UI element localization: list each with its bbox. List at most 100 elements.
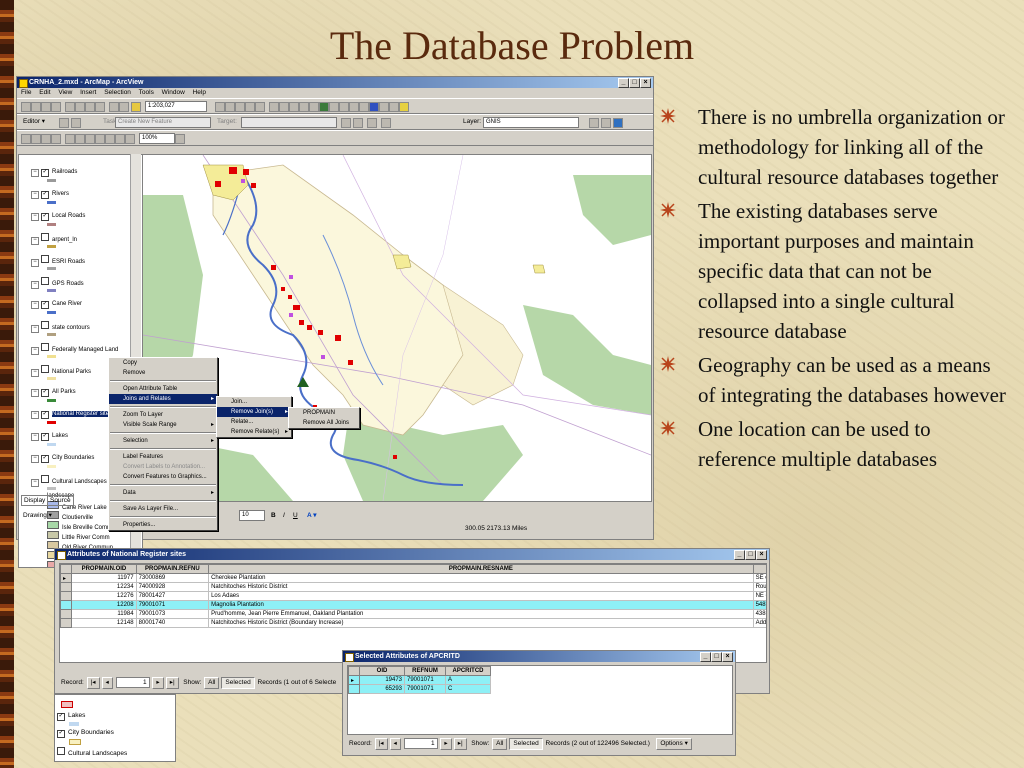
expand-collapse-icon[interactable]: − (31, 347, 39, 355)
focus-data-frame-icon[interactable] (125, 134, 135, 144)
options-button[interactable]: Options ▾ (656, 738, 692, 750)
table-cell[interactable]: 65293 (359, 684, 405, 694)
table-row[interactable]: 11984 79001073 Prud'homme, Jean Pierre Emm… (60, 609, 766, 619)
toc-lower-row[interactable]: Cultural Landscapes (57, 747, 127, 757)
expand-collapse-icon[interactable]: − (31, 237, 39, 245)
layout-zoom-field[interactable]: 100% (139, 133, 175, 144)
table-cell[interactable]: 79001071 (404, 675, 446, 685)
last-record-button[interactable]: ▸| (453, 738, 467, 750)
expand-collapse-icon[interactable]: − (31, 301, 39, 309)
layer-visibility-checkbox[interactable] (41, 233, 49, 241)
toc-lower-row[interactable]: ✓ City Boundaries (57, 728, 114, 738)
select-features-icon[interactable] (349, 102, 359, 112)
toc-layer-row[interactable]: − ✓ Cane River (31, 299, 82, 309)
edit-tool-icon[interactable] (59, 118, 69, 128)
zoom-in-icon[interactable] (269, 102, 279, 112)
next-record-button[interactable]: ▸ (152, 677, 164, 689)
table-cell[interactable]: 11984 (71, 609, 137, 619)
first-record-button[interactable]: |◂ (374, 738, 388, 750)
change-layout-icon[interactable] (175, 134, 185, 144)
context-menu-item[interactable]: Convert Features to Graphics... (109, 472, 217, 482)
table-cell[interactable]: 4386 L (752, 609, 766, 619)
row-selector[interactable]: ▸ (60, 573, 73, 583)
contrast-icon[interactable] (589, 118, 599, 128)
table-cell[interactable]: 79001073 (135, 609, 210, 619)
table-row[interactable]: 12234 74000928 Natchitoches Historic Distr… (60, 582, 766, 592)
maximize-button[interactable]: □ (629, 78, 640, 88)
editor-menu[interactable]: Editor ▾ (23, 117, 45, 126)
table-cell[interactable]: NE of R (752, 591, 766, 601)
attributes-close-button[interactable]: × (756, 550, 767, 560)
table-row[interactable]: ▸1197773000869Cherokee PlantationSE of N (60, 573, 766, 583)
zoom-100-icon[interactable] (65, 134, 75, 144)
table-cell[interactable]: 12148 (71, 618, 137, 628)
map-view[interactable] (142, 154, 652, 502)
remove-joins-item[interactable]: Remove Join(s) ▸ (217, 407, 291, 417)
layer-visibility-checkbox[interactable]: ✓ (41, 169, 49, 177)
fixed-layout-zoom-in-icon[interactable] (75, 134, 85, 144)
record-number-field[interactable]: 1 (403, 738, 438, 749)
table-cell[interactable]: 79001071 (404, 684, 446, 694)
attributes-icon[interactable] (367, 118, 377, 128)
row-selector[interactable] (60, 609, 73, 619)
show-all-button[interactable]: All (492, 738, 508, 750)
context-menu-item[interactable]: Remove (109, 368, 217, 378)
layer-visibility-checkbox[interactable]: ✓ (41, 411, 49, 419)
forward-icon[interactable] (339, 102, 349, 112)
expand-collapse-icon[interactable]: − (31, 325, 39, 333)
font-size-field[interactable]: 10 (239, 510, 265, 521)
prev-record-button[interactable]: ◂ (101, 677, 113, 689)
selected-minimize-button[interactable]: _ (700, 652, 711, 662)
table-cell[interactable]: Addres (752, 618, 766, 628)
command-line-icon[interactable] (235, 102, 245, 112)
toc-layer-row[interactable]: − ✓ National Register sites (31, 409, 113, 419)
toc-tab-source[interactable]: Source (47, 495, 74, 506)
back-icon[interactable] (329, 102, 339, 112)
expand-collapse-icon[interactable]: − (31, 281, 39, 289)
context-menu-item[interactable]: Copy (109, 358, 217, 368)
column-header[interactable]: PROPMAIN.RESNAME (208, 564, 754, 574)
toc-layer-row[interactable]: − National Parks (31, 365, 91, 377)
layer-visibility-checkbox[interactable]: ✓ (41, 433, 49, 441)
expand-collapse-icon[interactable]: − (31, 411, 39, 419)
new-icon[interactable] (21, 102, 31, 112)
table-cell[interactable]: 12234 (71, 582, 137, 592)
cut-icon[interactable] (65, 102, 75, 112)
expand-collapse-icon[interactable]: − (31, 433, 39, 441)
menu-selection[interactable]: Selection (104, 89, 131, 96)
open-icon[interactable] (31, 102, 41, 112)
full-extent-icon[interactable] (319, 102, 329, 112)
toc-layer-row[interactable]: − Federally Managed Land (31, 343, 118, 355)
table-cell[interactable]: C (445, 684, 491, 694)
show-selected-button[interactable]: Selected (221, 677, 255, 689)
toc-layer-row[interactable]: − ✓ City Boundaries (31, 453, 94, 463)
toggle-draft-icon[interactable] (115, 134, 125, 144)
column-header[interactable] (752, 564, 766, 574)
column-header[interactable]: REFNUM (404, 666, 446, 676)
select-elements-icon[interactable] (359, 102, 369, 112)
table-row[interactable]: 1220879001071Magnolia Plantation5487 L (60, 600, 766, 610)
table-cell[interactable]: 79001071 (135, 600, 210, 610)
context-menu-item[interactable]: Selection ▸ (109, 436, 217, 446)
rotate-tool-icon[interactable] (353, 118, 363, 128)
relate-item[interactable]: Relate... (217, 417, 291, 427)
redo-icon[interactable] (119, 102, 129, 112)
layer-visibility-checkbox[interactable]: ✓ (41, 455, 49, 463)
find-icon[interactable] (379, 102, 389, 112)
layer-visibility-checkbox[interactable]: ✓ (41, 191, 49, 199)
measure-icon[interactable] (389, 102, 399, 112)
table-row[interactable]: ▸ 19473 79001071 A (348, 675, 491, 685)
whats-this-icon[interactable] (255, 102, 265, 112)
table-cell[interactable]: Prud'homme, Jean Pierre Emmanuel, Oaklan… (208, 609, 754, 619)
split-tool-icon[interactable] (341, 118, 351, 128)
editor-toolbar-icon[interactable] (215, 102, 225, 112)
row-selector[interactable] (60, 618, 73, 628)
layer-visibility-checkbox[interactable] (41, 365, 49, 373)
fixed-zoom-out-icon[interactable] (299, 102, 309, 112)
column-header[interactable]: APCRITCD (445, 666, 491, 676)
layer-visibility-checkbox[interactable]: ✓ (41, 213, 49, 221)
target-select[interactable] (241, 117, 337, 128)
expand-collapse-icon[interactable]: − (31, 479, 39, 487)
layout-pan-icon[interactable] (41, 134, 51, 144)
table-cell[interactable]: Cherokee Plantation (208, 573, 754, 583)
